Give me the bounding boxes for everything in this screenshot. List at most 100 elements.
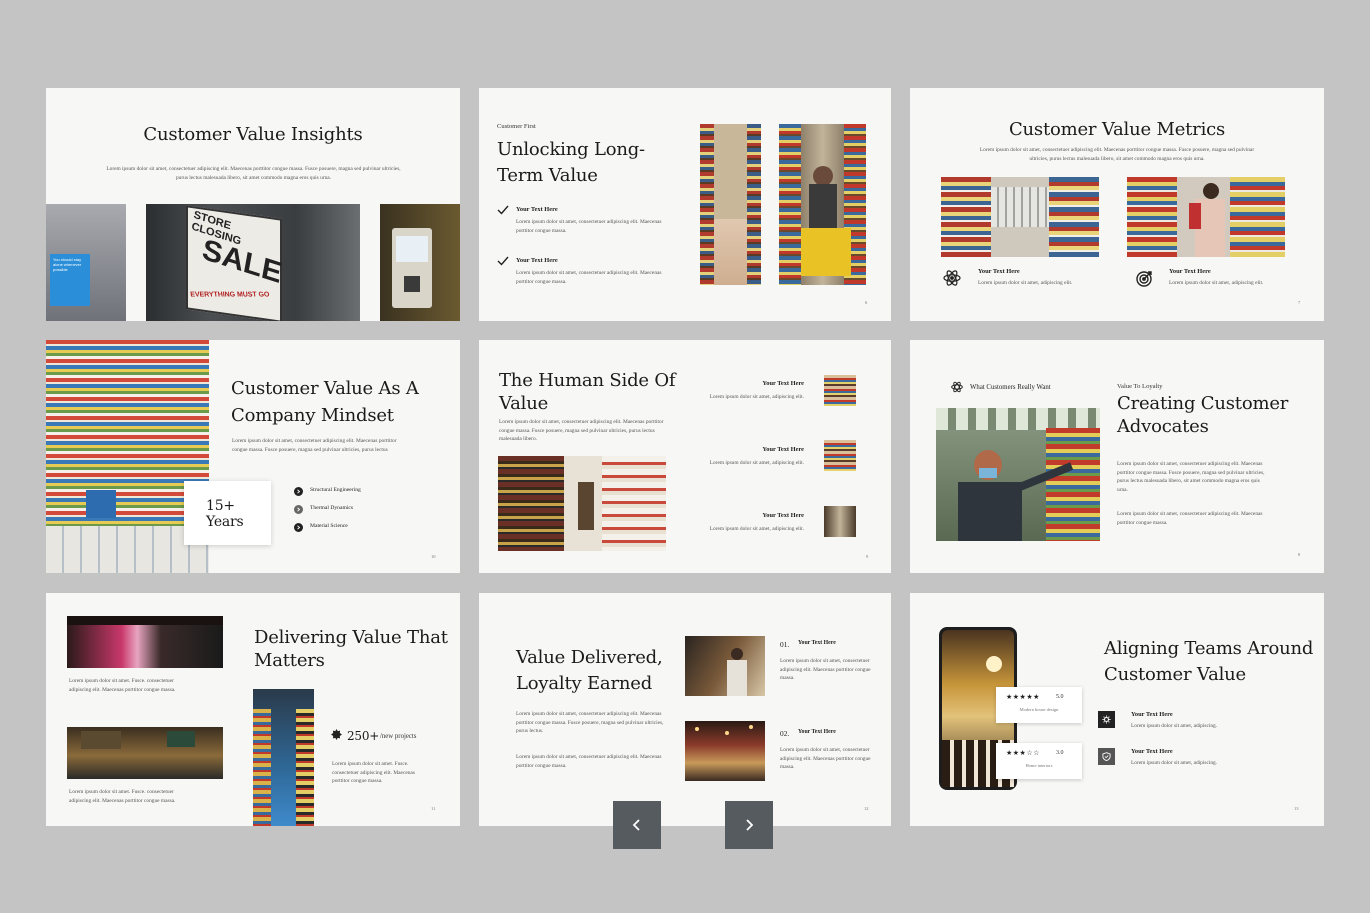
check-icon (497, 204, 509, 216)
slide-title: Customer Value Insights (143, 124, 363, 145)
slide-body: Lorem ipsum dolor sit amet. Fusce. conse… (332, 761, 415, 785)
rating-card: ★★★★★ 5.0 Modern house design (996, 687, 1082, 723)
photo-cashier (685, 636, 765, 696)
list-item: Thermal Dynamics (310, 505, 354, 511)
photo-thumb (824, 506, 856, 537)
slide-delivering-value[interactable]: Lorem ipsum dolor sit amet. Fusce. conse… (46, 593, 460, 826)
badge-star-icon (331, 729, 342, 740)
slide-unlocking-long-term-value[interactable]: Customer First Unlocking Long- Term Valu… (479, 88, 891, 321)
photo-caption: Lorem ipsum dolor sit amet. Fusce. conse… (69, 678, 176, 693)
chevron-right-circle-icon (294, 487, 303, 496)
slide-body: Lorem ipsum dolor sit amet, consectetuer… (1117, 511, 1263, 526)
chevron-right-circle-icon (294, 523, 303, 532)
page-number: 12 (864, 806, 869, 811)
page-number: 7 (1298, 300, 1301, 305)
item-title: Your Text Here (1131, 748, 1173, 755)
page-number: 10 (431, 554, 436, 559)
photo-thumb (824, 375, 856, 406)
years-badge: 15+ Years (184, 481, 271, 545)
shield-icon (1098, 748, 1115, 765)
item-text: Lorem ipsum dolor sit amet, adipiscing e… (978, 280, 1073, 286)
chevron-right-icon (746, 819, 754, 831)
item-title: Your Text Here (516, 257, 558, 264)
slide-customer-value-insights[interactable]: Customer Value Insights Lorem ipsum dolo… (46, 88, 460, 321)
photo-supermarket-aisle (700, 124, 761, 285)
next-button[interactable] (725, 801, 773, 849)
item-text: Lorem ipsum dolor sit amet, consectetuer… (516, 219, 662, 234)
slide-customer-value-metrics[interactable]: Customer Value Metrics Lorem ipsum dolor… (910, 88, 1324, 321)
slide-human-side-of-value[interactable]: The Human Side Of Value Lorem ipsum dolo… (479, 340, 891, 573)
slide-title-line1: Creating Customer (1117, 393, 1289, 414)
badge-number: 15+ (206, 498, 235, 514)
slide-body: Lorem ipsum dolor sit amet, consectetuer… (1117, 461, 1265, 493)
rating-score: 3.0 (1056, 750, 1064, 756)
photo-store-closing: STORE CLOSING SALE EVERYTHING MUST GO (146, 204, 360, 321)
slide-title-line1: Value Delivered, (516, 647, 663, 668)
slide-title-line1: Delivering Value That (254, 627, 448, 648)
blue-sign-text: You should stay alone whenever possible (53, 257, 82, 272)
photo-caption: Lorem ipsum dolor sit amet. Fusce. conse… (69, 789, 176, 804)
photo-liquor-aisle (498, 456, 666, 551)
chevron-left-icon (632, 819, 640, 831)
rating-stars: ★★★☆☆ (1006, 749, 1040, 757)
photo-woman-shopping (1127, 177, 1285, 257)
rating-label: Modern house design (1019, 707, 1059, 712)
item-text: Lorem ipsum dolor sit amet, consectetuer… (516, 270, 662, 285)
target-icon (1135, 269, 1153, 287)
rating-stars: ★★★★★ (1006, 693, 1040, 701)
item-text: Lorem ipsum dolor sit amet, consectetuer… (780, 747, 871, 771)
slide-body: Lorem ipsum dolor sit amet, consectetuer… (516, 711, 664, 735)
item-title: Your Text Here (516, 206, 558, 213)
slide-title-line2: Company Mindset (231, 405, 394, 426)
item-title: Your Text Here (762, 380, 804, 387)
check-icon (497, 255, 509, 267)
item-text: Lorem ipsum dolor sit amet, consectetuer… (780, 658, 871, 682)
slide-title-line1: Customer Value As A (231, 378, 419, 399)
slide-title-line1: Aligning Teams Around (1104, 638, 1314, 659)
slide-title-line1: The Human Side Of (499, 370, 676, 391)
slide-body: Lorem ipsum dolor sit amet, consectetuer… (516, 754, 662, 769)
photo-thumb (824, 440, 856, 471)
prev-button[interactable] (613, 801, 661, 849)
item-title: Your Text Here (762, 512, 804, 519)
chevron-right-circle-icon (294, 505, 303, 514)
kicker: Value To Loyalty (1117, 383, 1163, 390)
item-title: Your Text Here (798, 729, 836, 735)
photo-woman-pointing (936, 408, 1100, 541)
slide-title-line2: Advocates (1117, 416, 1209, 437)
photo-grocery-shelves (941, 177, 1099, 257)
badge-label: Years (206, 514, 244, 530)
slide-title-line2: Value (499, 393, 549, 414)
page-number: 9 (866, 554, 869, 559)
item-title: Your Text Here (762, 446, 804, 453)
page-number: 6 (865, 300, 868, 305)
rating-score: 5.0 (1056, 694, 1064, 700)
item-text: Lorem ipsum dolor sit amet, adipiscing e… (709, 526, 804, 532)
kicker: Customer First (497, 123, 536, 130)
stat-value: 250+ (347, 729, 380, 743)
item-title: Your Text Here (798, 640, 836, 646)
slide-body: Lorem ipsum dolor sit amet, consectetuer… (106, 166, 401, 181)
slide-creating-customer-advocates[interactable]: What Customers Really Want Value To Loya… (910, 340, 1324, 573)
photo-blue-sign: You should stay alone whenever possible (46, 204, 126, 321)
item-number: 01. (780, 640, 790, 649)
item-text: Lorem ipsum dolor sit amet, adipiscing. (1131, 723, 1218, 729)
atom-icon (943, 269, 961, 287)
slide-body: Lorem ipsum dolor sit amet, consectetuer… (979, 147, 1255, 162)
sign-everything: EVERYTHING MUST GO (189, 291, 270, 299)
item-title: Your Text Here (1131, 711, 1173, 718)
slide-title-line2: Customer Value (1104, 664, 1246, 685)
slide-value-delivered[interactable]: Value Delivered, Loyalty Earned Lorem ip… (479, 593, 891, 826)
photo-kiosk (380, 204, 460, 321)
slide-aligning-teams[interactable]: ★★★★★ 5.0 Modern house design ★★★☆☆ 3.0 … (910, 593, 1324, 826)
page-number: 13 (1294, 806, 1299, 811)
stat-label: /new projects (380, 733, 417, 740)
slide-body: Lorem ipsum dolor sit amet, consectetuer… (499, 419, 664, 443)
slide-title-line2: Loyalty Earned (516, 673, 653, 694)
section-label: What Customers Really Want (970, 384, 1051, 391)
slide-title-line2: Term Value (497, 165, 598, 186)
photo-shopper-cart (779, 124, 866, 285)
item-title: Your Text Here (1169, 268, 1211, 275)
gear-icon (1098, 711, 1115, 728)
slide-company-mindset[interactable]: Customer Value As A Company Mindset Lore… (46, 340, 460, 573)
